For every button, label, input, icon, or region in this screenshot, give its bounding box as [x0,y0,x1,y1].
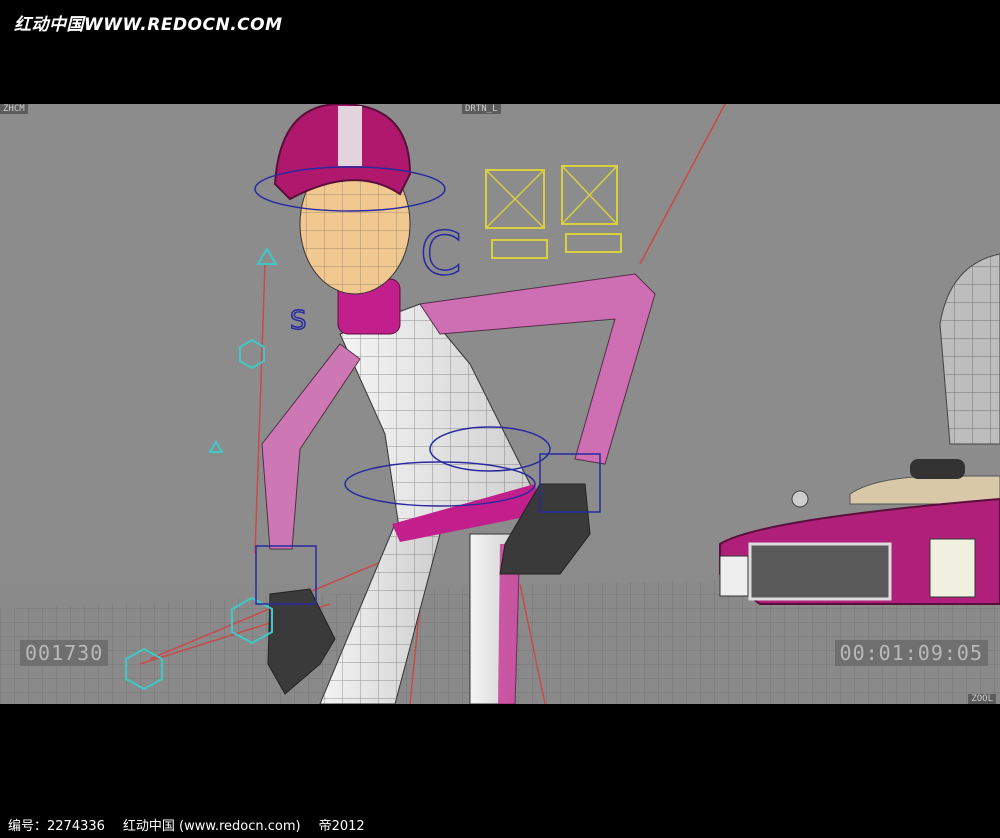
viewport-view-tag[interactable]: DRTN_L [462,104,501,114]
footer-id: 编号：2274336 [8,819,105,834]
frame-counter: 001730 [20,640,109,666]
svg-text:S: S [290,306,307,336]
footer-info: 编号：2274336 红动中国 (www.redocn.com) 帝2012 [8,815,383,834]
timecode-display: 00:01:09:05 [834,640,988,666]
svg-text:C: C [420,219,462,289]
footer-author: 帝2012 [318,819,365,834]
viewport-zoom-tag: ZOOL [968,694,996,704]
scene-render: C S [0,104,1000,704]
3d-viewport[interactable]: C S ZHCM DRTN_L ZOOL 001730 00:01:09:05 [0,104,1000,704]
viewport-camera-tag: ZHCM [0,104,28,114]
watermark-text: 红动中国WWW.REDOCN.COM [14,15,283,35]
footer-site[interactable]: 红动中国 (www.redocn.com) [123,819,301,834]
